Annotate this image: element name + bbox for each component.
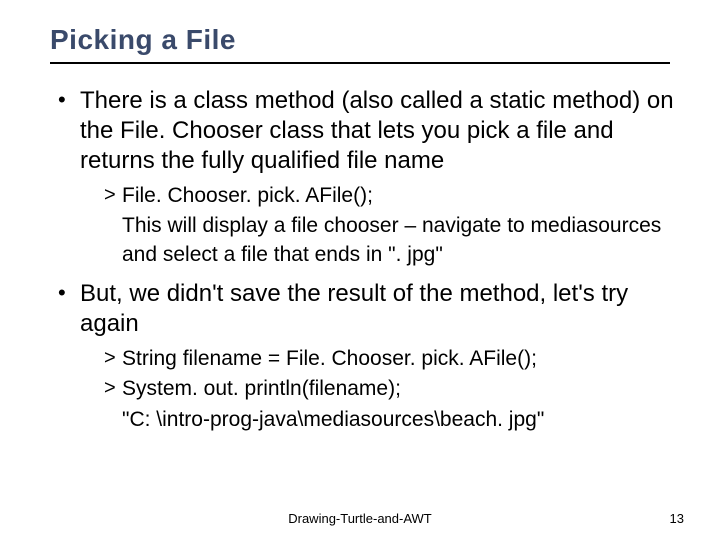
bullet-text: But, we didn't save the result of the me… (80, 280, 628, 337)
slide-title: Picking a File (50, 24, 670, 64)
code-line: System. out. println(filename); (104, 375, 674, 403)
page-number: 13 (670, 511, 684, 526)
code-line: File. Chooser. pick. AFile(); (104, 182, 674, 210)
bullet-text: There is a class method (also called a s… (80, 87, 674, 174)
bullet-list: There is a class method (also called a s… (40, 86, 680, 434)
sub-list-2: String filename = File. Chooser. pick. A… (80, 345, 674, 434)
sub-text: This will display a file chooser – navig… (104, 212, 674, 269)
code-line: String filename = File. Chooser. pick. A… (104, 345, 674, 373)
footer-label: Drawing-Turtle-and-AWT (0, 511, 720, 526)
sub-list-1: File. Chooser. pick. AFile(); This will … (80, 182, 674, 269)
bullet-item-1: There is a class method (also called a s… (52, 86, 674, 269)
slide: Picking a File There is a class method (… (0, 0, 720, 540)
bullet-item-2: But, we didn't save the result of the me… (52, 279, 674, 434)
output-line: "C: \intro-prog-java\mediasources\beach.… (104, 406, 674, 434)
